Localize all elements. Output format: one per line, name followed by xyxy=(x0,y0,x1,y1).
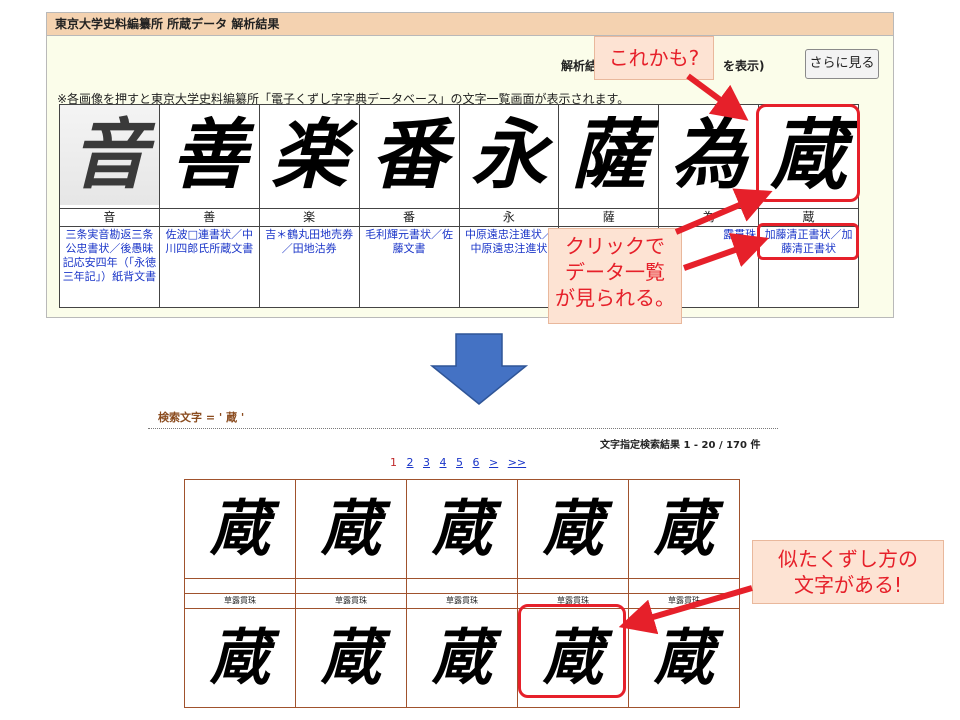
result-image[interactable]: 蔵 xyxy=(184,608,296,708)
result-source: 草露貫珠 xyxy=(295,593,407,609)
result-image[interactable]: 蔵 xyxy=(406,608,518,708)
char-image[interactable]: 番 xyxy=(360,105,459,205)
char-name: 番 xyxy=(358,208,460,227)
result-spacer xyxy=(517,578,629,594)
doc-link[interactable]: 中原遠忠注進状／中原遠忠注進状 xyxy=(458,226,560,308)
last-page-link[interactable]: >> xyxy=(508,456,526,469)
char-name: 楽 xyxy=(258,208,360,227)
char-image-cell[interactable]: 薩 xyxy=(558,104,660,209)
highlight-box-doc-link xyxy=(757,223,859,260)
show-label: を表示) xyxy=(723,59,765,73)
result-image[interactable]: 蔵 xyxy=(184,479,296,579)
result-source: 草露貫珠 xyxy=(406,593,518,609)
page-current: 1 xyxy=(390,456,397,469)
char-name: 永 xyxy=(458,208,560,227)
doc-link[interactable]: 三条実音勘返三条公忠書状／後愚昧記応安四年（「永徳三年記」）紙背文書 xyxy=(59,226,160,308)
result-spacer xyxy=(406,578,518,594)
result-spacer xyxy=(295,578,407,594)
result-grid: 蔵 蔵 蔵 蔵 蔵 草露貫珠 草露貫珠 草露貫珠 草露貫珠 草露貫珠 蔵 蔵 蔵… xyxy=(184,479,740,708)
divider xyxy=(148,428,778,429)
char-image-cell[interactable]: 善 xyxy=(158,104,260,209)
result-image[interactable]: 蔵 xyxy=(295,608,407,708)
char-name: 善 xyxy=(158,208,260,227)
callout-click-line: クリックで xyxy=(565,234,665,258)
highlight-box-similar xyxy=(518,604,626,698)
result-image[interactable]: 蔵 xyxy=(406,479,518,579)
character-table: 音 善 楽 番 永 薩 為 蔵 音 善 楽 番 永 薩 為 蔵 三条実音勘返三条… xyxy=(59,104,859,308)
char-image[interactable]: 薩 xyxy=(559,105,658,205)
flow-down-arrow xyxy=(429,333,529,405)
pagination: 1 2 3 4 5 6 > >> xyxy=(390,456,532,469)
doc-link[interactable]: 毛利輝元書状／佐藤文書 xyxy=(358,226,460,308)
callout-click: クリックで データ一覧 が見られる。 xyxy=(548,228,682,324)
result-image[interactable]: 蔵 xyxy=(628,608,740,708)
char-name: 薩 xyxy=(558,208,660,227)
panel-title: 東京大学史料編纂所 所蔵データ 解析結果 xyxy=(47,13,893,36)
char-image[interactable]: 永 xyxy=(460,105,559,205)
result-spacer xyxy=(184,578,296,594)
char-image-cell[interactable]: 為 xyxy=(658,104,760,209)
char-image-cell[interactable]: 永 xyxy=(458,104,560,209)
char-image[interactable]: 音 xyxy=(60,105,159,205)
result-count: 文字指定検索結果 1 - 20 / 170 件 xyxy=(600,440,761,451)
char-image-cell[interactable]: 番 xyxy=(358,104,460,209)
callout-click-line: が見られる。 xyxy=(555,286,675,310)
char-name: 音 xyxy=(59,208,160,227)
result-source: 草露貫珠 xyxy=(184,593,296,609)
more-button[interactable]: さらに見る xyxy=(805,49,879,79)
search-query-label: 検索文字 = ' 蔵 ' xyxy=(158,411,245,424)
page-link[interactable]: 3 xyxy=(423,456,430,469)
callout-candidate: これかも? xyxy=(594,36,714,80)
callout-similar-line: 文字がある! xyxy=(793,573,903,597)
result-source: 草露貫珠 xyxy=(628,593,740,609)
page-link[interactable]: 5 xyxy=(456,456,463,469)
result-image[interactable]: 蔵 xyxy=(517,479,629,579)
char-image-cell[interactable]: 音 xyxy=(59,104,160,209)
result-spacer xyxy=(628,578,740,594)
analysis-result-label: 解析結 xyxy=(561,59,598,73)
callout-click-line: データ一覧 xyxy=(565,260,665,284)
char-image[interactable]: 楽 xyxy=(260,105,359,205)
page-link[interactable]: 6 xyxy=(473,456,480,469)
result-image[interactable]: 蔵 xyxy=(628,479,740,579)
doc-link[interactable]: 吉＊鶴丸田地売券／田地沽券 xyxy=(258,226,360,308)
callout-similar: 似たくずし方の 文字がある! xyxy=(752,540,944,604)
page-link[interactable]: 2 xyxy=(407,456,414,469)
char-image-cell[interactable]: 楽 xyxy=(258,104,360,209)
result-image[interactable]: 蔵 xyxy=(295,479,407,579)
highlight-box-candidate xyxy=(756,104,860,202)
char-image[interactable]: 善 xyxy=(160,105,259,205)
char-image[interactable]: 為 xyxy=(659,105,758,205)
doc-link[interactable]: 佐波□連書状／中川四郎氏所蔵文書 xyxy=(158,226,260,308)
page-link[interactable]: 4 xyxy=(440,456,447,469)
next-page-link[interactable]: > xyxy=(489,456,498,469)
callout-similar-line: 似たくずし方の xyxy=(778,547,918,571)
char-name: 為 xyxy=(658,208,760,227)
